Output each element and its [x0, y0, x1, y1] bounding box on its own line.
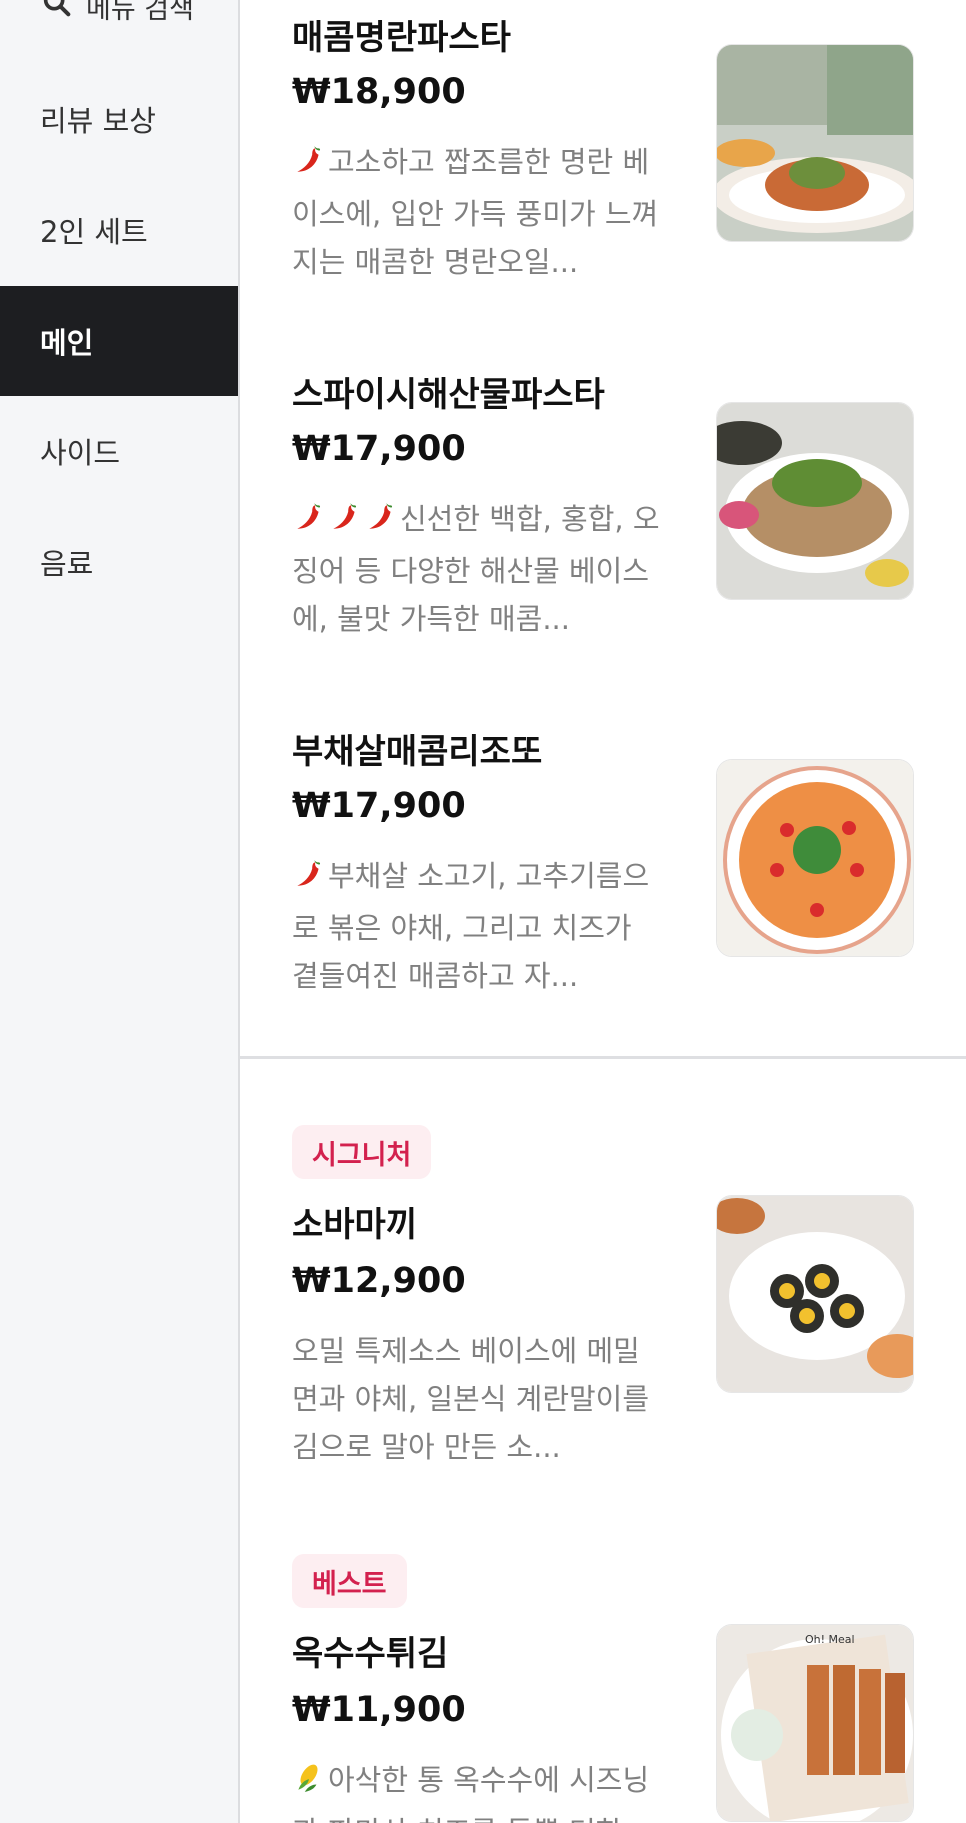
signature-badge: 시그니처 — [292, 1125, 432, 1179]
chili-pepper-icon — [328, 499, 362, 547]
section-divider — [240, 1056, 966, 1059]
menu-item-price: ₩17,900 — [292, 429, 466, 469]
menu-item-price: ₩11,900 — [292, 1690, 466, 1730]
menu-item-name: 매콤명란파스타 — [292, 18, 511, 58]
sidebar-item-label: 2인 세트 — [40, 215, 148, 249]
menu-item-price: ₩18,900 — [292, 72, 466, 112]
sidebar-item-main[interactable]: 메인 — [0, 286, 238, 396]
category-sidebar: 메뉴 검색 리뷰 보상 2인 세트 메인 사이드 음료 — [0, 0, 240, 1823]
search-icon — [40, 0, 86, 27]
menu-item-description: 아삭한 통 옥수수에 시즈닝과 파마산 치즈를 듬뿍 더한 — [292, 1756, 662, 1823]
menu-item-photo[interactable] — [716, 759, 914, 957]
menu-item-description-text: 부채살 소고기, 고추기름으로 볶은 야채, 그리고 치즈가 곁들여진 매콤하고… — [292, 859, 650, 993]
menu-list: 매콤명란파스타 ₩18,900 고소하고 짭조름한 명란 베이스에, 입안 가득… — [240, 0, 966, 1823]
menu-item-description: 고소하고 짭조름한 명란 베이스에, 입안 가득 풍미가 느껴지는 매콤한 명란… — [292, 138, 662, 282]
sidebar-item-two-person-set[interactable]: 2인 세트 — [0, 175, 238, 285]
corn-icon — [292, 1760, 326, 1808]
menu-item-description: 오밀 특제소스 베이스에 메밀면과 야체, 일본식 계란말이를 김으로 말아 만… — [292, 1327, 662, 1471]
sidebar-item-label: 사이드 — [40, 436, 121, 470]
chili-pepper-icon — [292, 856, 326, 904]
chili-pepper-icon — [364, 499, 398, 547]
menu-item[interactable]: 베스트 옥수수튀김 ₩11,900 아삭한 통 옥수수에 시즈닝과 파마산 치즈… — [292, 1554, 932, 1823]
menu-item-description: 신선한 백합, 홍합, 오징어 등 다양한 해산물 베이스에, 불맛 가득한 매… — [292, 495, 662, 639]
menu-item-name: 스파이시해산물파스타 — [292, 375, 605, 415]
chili-pepper-icon — [292, 142, 326, 190]
menu-search-label: 메뉴 검색 — [86, 0, 194, 25]
menu-item-name: 옥수수튀김 — [292, 1634, 449, 1674]
menu-item-name: 부채살매콤리조또 — [292, 732, 543, 772]
best-badge: 베스트 — [292, 1554, 407, 1608]
menu-item-name: 소바마끼 — [292, 1205, 418, 1245]
menu-item-photo[interactable] — [716, 44, 914, 242]
chili-pepper-icon — [292, 499, 326, 547]
menu-item[interactable]: 시그니처 소바마끼 ₩12,900 오밀 특제소스 베이스에 메밀면과 야체, … — [292, 1125, 932, 1485]
menu-item-description-text: 고소하고 짭조름한 명란 베이스에, 입안 가득 풍미가 느껴지는 매콤한 명란… — [292, 145, 659, 279]
menu-item-price: ₩12,900 — [292, 1261, 466, 1301]
sidebar-item-label: 음료 — [40, 547, 94, 581]
menu-item-photo[interactable] — [716, 1195, 914, 1393]
sidebar-item-label: 리뷰 보상 — [40, 104, 156, 138]
menu-item-description: 부채살 소고기, 고추기름으로 볶은 야채, 그리고 치즈가 곁들여진 매콤하고… — [292, 852, 662, 996]
svg-text:Oh! Meal: Oh! Meal — [805, 1633, 855, 1646]
menu-item-photo[interactable]: Oh! Meal — [716, 1624, 914, 1822]
menu-item[interactable]: 스파이시해산물파스타 ₩17,900 신선한 백합, 홍합, 오징어 등 다양한… — [292, 357, 932, 657]
sidebar-item-side[interactable]: 사이드 — [0, 396, 238, 506]
menu-item-description-text: 아삭한 통 옥수수에 시즈닝과 파마산 치즈를 듬뿍 더한 — [292, 1763, 650, 1823]
menu-item[interactable]: 매콤명란파스타 ₩18,900 고소하고 짭조름한 명란 베이스에, 입안 가득… — [292, 0, 932, 300]
menu-item-price: ₩17,900 — [292, 786, 466, 826]
menu-item-description-text: 오밀 특제소스 베이스에 메밀면과 야체, 일본식 계란말이를 김으로 말아 만… — [292, 1334, 650, 1464]
menu-item[interactable]: 부채살매콤리조또 ₩17,900 부채살 소고기, 고추기름으로 볶은 야채, … — [292, 714, 932, 1014]
sidebar-item-drinks[interactable]: 음료 — [0, 507, 238, 617]
sidebar-item-label: 메인 — [40, 326, 94, 360]
menu-search-button[interactable]: 메뉴 검색 — [40, 0, 194, 26]
sidebar-item-review-reward[interactable]: 리뷰 보상 — [0, 64, 238, 174]
menu-item-photo[interactable] — [716, 402, 914, 600]
